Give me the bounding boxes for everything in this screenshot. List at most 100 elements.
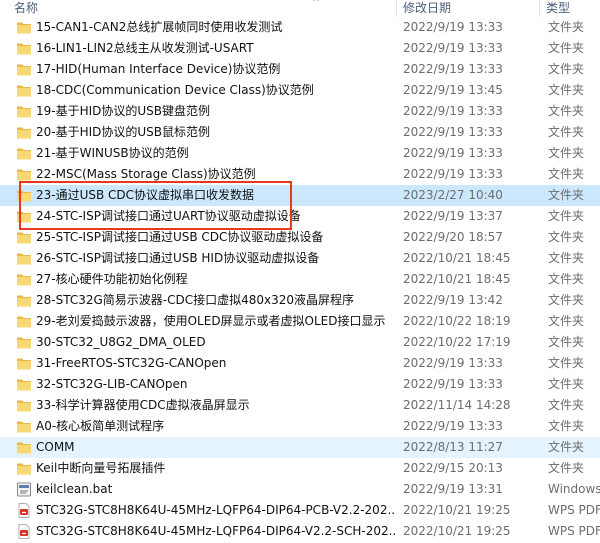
file-modified-date: 2022/9/19 13:45 xyxy=(403,83,503,97)
file-type: 文件夹 xyxy=(548,83,585,97)
column-header-modified[interactable]: 修改日期 xyxy=(403,0,451,17)
file-row[interactable]: 24-STC-ISP调试接口通过UART协议驱动虚拟设备 2022/9/19 13… xyxy=(0,206,600,227)
file-type: 文件夹 xyxy=(548,251,585,265)
file-modified-date: 2022/9/20 18:57 xyxy=(403,230,503,244)
file-type: 文件夹 xyxy=(548,440,585,454)
file-row[interactable]: 19-基于HID协议的USB键盘范例 2022/9/19 13:33 文件夹 xyxy=(0,101,600,122)
folder-icon xyxy=(16,62,32,77)
file-row[interactable]: 30-STC32_U8G2_DMA_OLED 2022/10/22 17:19 文件… xyxy=(0,332,600,353)
file-modified-date: 2023/2/27 10:40 xyxy=(403,188,503,202)
file-name: 27-核心硬件功能初始化例程 xyxy=(36,272,188,286)
file-modified-date: 2022/9/19 13:33 xyxy=(403,419,503,433)
file-row[interactable]: STC32G-STC8H8K64U-45MHz-LQFP64-DIP64-PCB… xyxy=(0,500,600,521)
file-type: 文件夹 xyxy=(548,230,585,244)
file-type: 文件夹 xyxy=(548,104,585,118)
file-row[interactable]: 33-科学计算器使用CDC虚拟液晶屏显示 2022/11/14 14:28 文件夹 xyxy=(0,395,600,416)
file-name: COMM xyxy=(36,440,75,454)
file-type: 文件夹 xyxy=(548,146,585,160)
file-row[interactable]: 22-MSC(Mass Storage Class)协议范例 2022/9/19 … xyxy=(0,164,600,185)
file-type: 文件夹 xyxy=(548,419,585,433)
file-name: 32-STC32G-LIB-CANOpen xyxy=(36,377,188,391)
folder-icon xyxy=(16,356,32,371)
file-type: 文件夹 xyxy=(548,461,585,475)
folder-icon xyxy=(16,335,32,350)
column-divider[interactable] xyxy=(396,0,397,17)
file-name: A0-核心板简单测试程序 xyxy=(36,419,165,433)
file-modified-date: 2022/9/19 13:42 xyxy=(403,293,503,307)
folder-icon xyxy=(16,440,32,455)
file-modified-date: 2022/9/19 13:37 xyxy=(403,209,503,223)
file-type: 文件夹 xyxy=(548,272,585,286)
file-name: 28-STC32G简易示波器-CDC接口虚拟480x320液晶屏程序 xyxy=(36,293,355,307)
folder-icon xyxy=(16,230,32,245)
file-row[interactable]: 15-CAN1-CAN2总线扩展帧同时使用收发测试 2022/9/19 13:33… xyxy=(0,17,600,38)
file-row[interactable]: 18-CDC(Communication Device Class)协议范例 20… xyxy=(0,80,600,101)
column-header-bar: 名称 ^ 修改日期 类型 xyxy=(0,0,600,17)
file-modified-date: 2022/9/15 20:13 xyxy=(403,461,503,475)
file-row[interactable]: COMM 2022/8/13 11:27 文件夹 xyxy=(0,437,600,458)
file-row[interactable]: 28-STC32G简易示波器-CDC接口虚拟480x320液晶屏程序 2022/9… xyxy=(0,290,600,311)
file-name: 16-LIN1-LIN2总线主从收发测试-USART xyxy=(36,41,254,55)
file-row[interactable]: 21-基于WINUSB协议的范例 2022/9/19 13:33 文件夹 xyxy=(0,143,600,164)
file-row[interactable]: 20-基于HID协议的USB鼠标范例 2022/9/19 13:33 文件夹 xyxy=(0,122,600,143)
folder-icon xyxy=(16,293,32,308)
file-type: 文件夹 xyxy=(548,356,585,370)
file-type: WPS PDF xyxy=(548,503,600,517)
file-type: 文件夹 xyxy=(548,293,585,307)
file-name: 24-STC-ISP调试接口通过UART协议驱动虚拟设备 xyxy=(36,209,301,223)
file-modified-date: 2022/8/13 11:27 xyxy=(403,440,503,454)
file-row[interactable]: 31-FreeRTOS-STC32G-CANOpen 2022/9/19 13:3… xyxy=(0,353,600,374)
bat-file-icon xyxy=(16,482,32,497)
file-modified-date: 2022/11/14 14:28 xyxy=(403,398,511,412)
folder-icon xyxy=(16,314,32,329)
folder-icon xyxy=(16,377,32,392)
file-modified-date: 2022/9/19 13:33 xyxy=(403,356,503,370)
file-row[interactable]: 25-STC-ISP调试接口通过USB CDC协议驱动虚拟设备 2022/9/20… xyxy=(0,227,600,248)
file-type: 文件夹 xyxy=(548,335,585,349)
file-type: Windows xyxy=(548,482,600,496)
file-row[interactable]: 16-LIN1-LIN2总线主从收发测试-USART 2022/9/19 13:3… xyxy=(0,38,600,59)
column-header-type[interactable]: 类型 xyxy=(546,0,570,17)
folder-icon xyxy=(16,83,32,98)
folder-icon xyxy=(16,146,32,161)
file-row[interactable]: 17-HID(Human Interface Device)协议范例 2022/9… xyxy=(0,59,600,80)
file-type: 文件夹 xyxy=(548,62,585,76)
folder-icon xyxy=(16,20,32,35)
file-modified-date: 2022/10/22 17:19 xyxy=(403,335,511,349)
file-row[interactable]: 29-老刘爱捣鼓示波器，使用OLED屏显示或者虚拟OLED接口显示 2022/10… xyxy=(0,311,600,332)
file-row[interactable]: A0-核心板简单测试程序 2022/9/19 13:33 文件夹 xyxy=(0,416,600,437)
file-name: keilclean.bat xyxy=(36,482,113,496)
file-name: 17-HID(Human Interface Device)协议范例 xyxy=(36,62,281,76)
file-row[interactable]: 23-通过USB CDC协议虚拟串口收发数据 2023/2/27 10:40 文件夹 xyxy=(0,185,600,206)
file-type: 文件夹 xyxy=(548,41,585,55)
file-type: 文件夹 xyxy=(548,377,585,391)
file-row[interactable]: 27-核心硬件功能初始化例程 2022/10/21 18:45 文件夹 xyxy=(0,269,600,290)
file-type: 文件夹 xyxy=(548,188,585,202)
file-name: STC32G-STC8H8K64U-45MHz-LQFP64-DIP64-PCB… xyxy=(36,503,396,517)
file-row[interactable]: keilclean.bat 2022/9/19 13:31 Windows xyxy=(0,479,600,500)
folder-icon xyxy=(16,272,32,287)
file-modified-date: 2022/9/19 13:33 xyxy=(403,377,503,391)
folder-icon xyxy=(16,104,32,119)
folder-icon xyxy=(16,125,32,140)
file-name: 33-科学计算器使用CDC虚拟液晶屏显示 xyxy=(36,398,250,412)
file-modified-date: 2022/10/21 18:45 xyxy=(403,251,511,265)
column-header-name[interactable]: 名称 xyxy=(14,0,38,17)
folder-icon xyxy=(16,41,32,56)
file-row[interactable]: 26-STC-ISP调试接口通过USB HID协议驱动虚拟设备 2022/10/2… xyxy=(0,248,600,269)
file-type: 文件夹 xyxy=(548,167,585,181)
file-row[interactable]: 32-STC32G-LIB-CANOpen 2022/9/19 13:33 文件夹 xyxy=(0,374,600,395)
file-row[interactable]: Keil中断向量号拓展插件 2022/9/15 20:13 文件夹 xyxy=(0,458,600,479)
file-modified-date: 2022/9/19 13:31 xyxy=(403,482,503,496)
file-name: 23-通过USB CDC协议虚拟串口收发数据 xyxy=(36,188,255,202)
file-type: 文件夹 xyxy=(548,314,585,328)
file-modified-date: 2022/9/19 13:33 xyxy=(403,167,503,181)
column-divider[interactable] xyxy=(539,0,540,17)
file-name: 31-FreeRTOS-STC32G-CANOpen xyxy=(36,356,227,370)
file-modified-date: 2022/10/22 18:19 xyxy=(403,314,511,328)
file-row[interactable]: STC32G-STC8H8K64U-45MHz-LQFP64-DIP64-V2.… xyxy=(0,521,600,542)
file-modified-date: 2022/9/19 13:33 xyxy=(403,41,503,55)
file-name: 25-STC-ISP调试接口通过USB CDC协议驱动虚拟设备 xyxy=(36,230,324,244)
file-modified-date: 2022/9/19 13:33 xyxy=(403,62,503,76)
file-type: 文件夹 xyxy=(548,125,585,139)
